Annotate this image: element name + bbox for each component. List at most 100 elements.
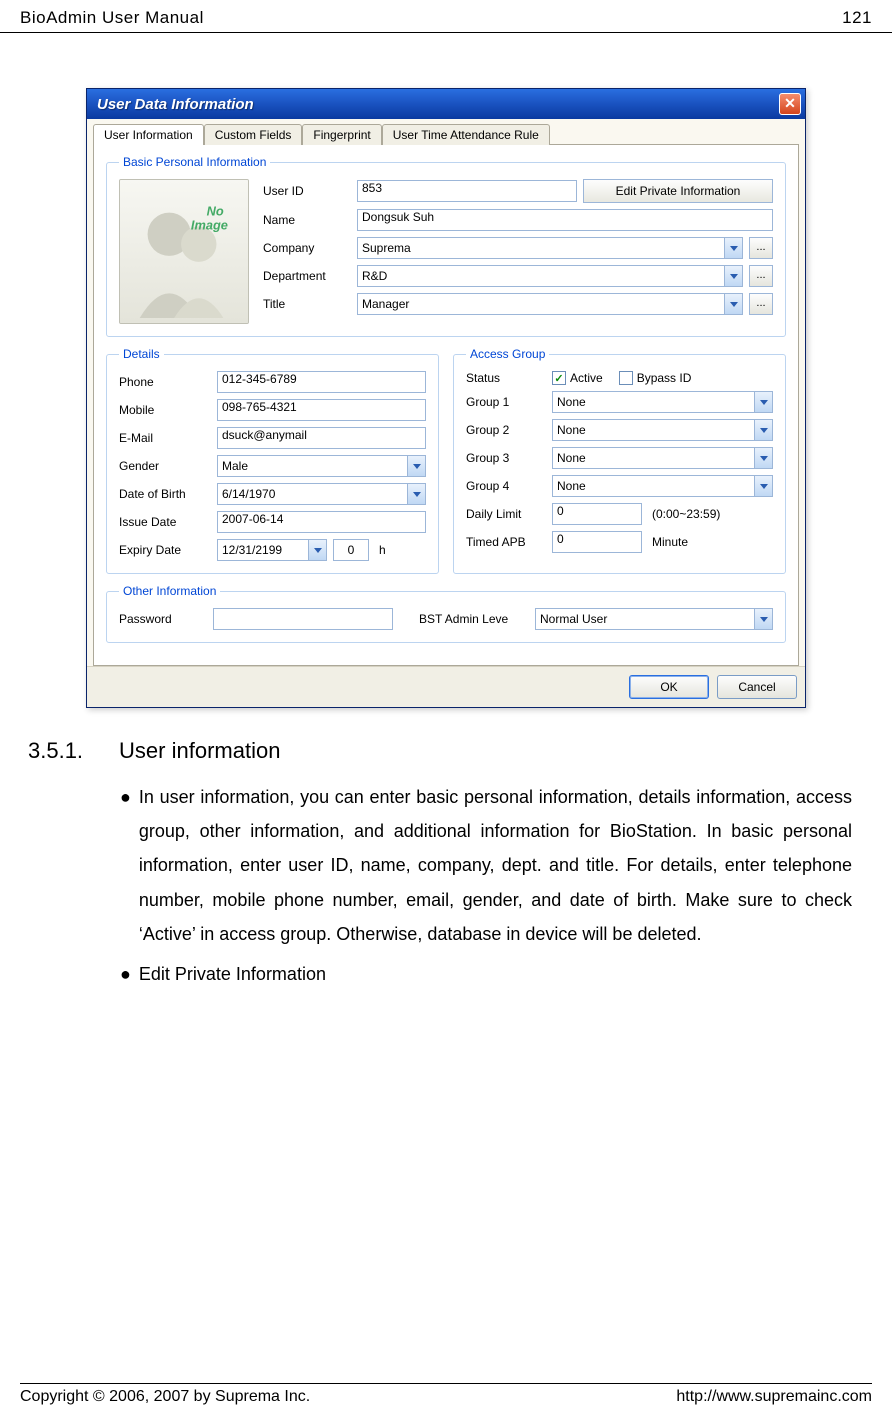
user-data-dialog: User Data Information ✕ User Information…	[86, 88, 806, 708]
bullet-icon: ●	[120, 780, 131, 951]
other-info-group: Other Information Password BST Admin Lev…	[106, 584, 786, 643]
bullet1-text: In user information, you can enter basic…	[139, 780, 852, 951]
user-id-input[interactable]: 853	[357, 180, 577, 202]
title-browse-button[interactable]: ...	[749, 293, 773, 315]
company-combo[interactable]: Suprema	[357, 237, 743, 259]
gender-combo[interactable]: Male	[217, 455, 426, 477]
access-group: Access Group Status ✓Active Bypass ID Gr…	[453, 347, 786, 574]
bullet-icon: ●	[120, 957, 131, 991]
expiry-label: Expiry Date	[119, 543, 211, 557]
group4-combo[interactable]: None	[552, 475, 773, 497]
group4-label: Group 4	[466, 479, 546, 493]
tabs: User Information Custom Fields Fingerpri…	[93, 123, 799, 144]
email-label: E-Mail	[119, 431, 211, 445]
ok-button[interactable]: OK	[629, 675, 709, 699]
status-label: Status	[466, 371, 546, 385]
group3-combo[interactable]: None	[552, 447, 773, 469]
expiry-hours-input[interactable]	[333, 539, 369, 561]
gender-label: Gender	[119, 459, 211, 473]
chevron-down-icon[interactable]	[724, 266, 742, 286]
bpi-legend: Basic Personal Information	[119, 155, 270, 169]
chevron-down-icon[interactable]	[754, 420, 772, 440]
group2-combo[interactable]: None	[552, 419, 773, 441]
tab-fingerprint[interactable]: Fingerprint	[302, 124, 381, 145]
daily-limit-input[interactable]: 0	[552, 503, 642, 525]
basic-personal-info-group: Basic Personal Information No Image	[106, 155, 786, 337]
user-photo[interactable]: No Image	[119, 179, 249, 324]
admin-level-label: BST Admin Leve	[419, 612, 529, 626]
group1-combo[interactable]: None	[552, 391, 773, 413]
chevron-down-icon[interactable]	[754, 448, 772, 468]
name-label: Name	[263, 213, 351, 227]
details-legend: Details	[119, 347, 164, 361]
department-combo[interactable]: R&D	[357, 265, 743, 287]
page-footer: Copyright © 2006, 2007 by Suprema Inc. h…	[20, 1383, 872, 1406]
user-id-label: User ID	[263, 184, 351, 198]
chevron-down-icon[interactable]	[407, 456, 425, 476]
section-title: User information	[119, 738, 280, 764]
issue-input[interactable]: 2007-06-14	[217, 511, 426, 533]
footer-copyright: Copyright © 2006, 2007 by Suprema Inc.	[20, 1388, 310, 1406]
company-label: Company	[263, 241, 351, 255]
chevron-down-icon[interactable]	[754, 476, 772, 496]
section-heading: 3.5.1. User information	[28, 738, 864, 764]
password-label: Password	[119, 612, 207, 626]
checkbox-icon	[619, 371, 633, 385]
bypass-checkbox[interactable]: Bypass ID	[619, 371, 692, 385]
chevron-down-icon[interactable]	[724, 294, 742, 314]
active-checkbox[interactable]: ✓Active	[552, 371, 603, 385]
expiry-unit: h	[379, 543, 386, 557]
close-button[interactable]: ✕	[779, 93, 801, 115]
tabs-area: User Information Custom Fields Fingerpri…	[87, 119, 805, 666]
chevron-down-icon[interactable]	[308, 540, 326, 560]
department-browse-button[interactable]: ...	[749, 265, 773, 287]
chevron-down-icon[interactable]	[754, 392, 772, 412]
company-browse-button[interactable]: ...	[749, 237, 773, 259]
chevron-down-icon[interactable]	[724, 238, 742, 258]
dob-label: Date of Birth	[119, 487, 211, 501]
other-legend: Other Information	[119, 584, 220, 598]
dialog-buttons: OK Cancel	[87, 666, 805, 707]
chevron-down-icon[interactable]	[407, 484, 425, 504]
name-input[interactable]: Dongsuk Suh	[357, 209, 773, 231]
group3-label: Group 3	[466, 451, 546, 465]
title-label: Title	[263, 297, 351, 311]
group1-label: Group 1	[466, 395, 546, 409]
apb-input[interactable]: 0	[552, 531, 642, 553]
group2-label: Group 2	[466, 423, 546, 437]
tab-body: Basic Personal Information No Image	[93, 144, 799, 666]
chevron-down-icon[interactable]	[754, 609, 772, 629]
mobile-label: Mobile	[119, 403, 211, 417]
phone-input[interactable]: 012-345-6789	[217, 371, 426, 393]
header-page: 121	[842, 8, 872, 28]
svg-text:No: No	[207, 204, 224, 219]
email-input[interactable]: dsuck@anymail	[217, 427, 426, 449]
section-number: 3.5.1.	[28, 738, 83, 764]
expiry-combo[interactable]: 12/31/2199	[217, 539, 327, 561]
dialog-title: User Data Information	[97, 96, 254, 113]
daily-hint: (0:00~23:59)	[652, 507, 720, 521]
dob-combo[interactable]: 6/14/1970	[217, 483, 426, 505]
details-group: Details Phone 012-345-6789 Mobile 098-765-…	[106, 347, 439, 574]
department-label: Department	[263, 269, 351, 283]
titlebar[interactable]: User Data Information ✕	[87, 89, 805, 119]
svg-text:Image: Image	[191, 217, 228, 232]
daily-limit-label: Daily Limit	[466, 507, 546, 521]
phone-label: Phone	[119, 375, 211, 389]
mobile-input[interactable]: 098-765-4321	[217, 399, 426, 421]
footer-url: http://www.supremainc.com	[676, 1388, 872, 1406]
password-input[interactable]	[213, 608, 393, 630]
tab-custom-fields[interactable]: Custom Fields	[204, 124, 303, 145]
edit-private-info-button[interactable]: Edit Private Information	[583, 179, 773, 203]
tab-time-attendance[interactable]: User Time Attendance Rule	[382, 124, 550, 145]
bullet2-text: Edit Private Information	[139, 957, 326, 991]
header-title: BioAdmin User Manual	[20, 8, 204, 28]
title-combo[interactable]: Manager	[357, 293, 743, 315]
tab-user-information[interactable]: User Information	[93, 124, 204, 145]
apb-label: Timed APB	[466, 535, 546, 549]
access-legend: Access Group	[466, 347, 549, 361]
cancel-button[interactable]: Cancel	[717, 675, 797, 699]
page-header: BioAdmin User Manual 121	[0, 0, 892, 33]
apb-unit: Minute	[652, 535, 688, 549]
admin-level-combo[interactable]: Normal User	[535, 608, 773, 630]
